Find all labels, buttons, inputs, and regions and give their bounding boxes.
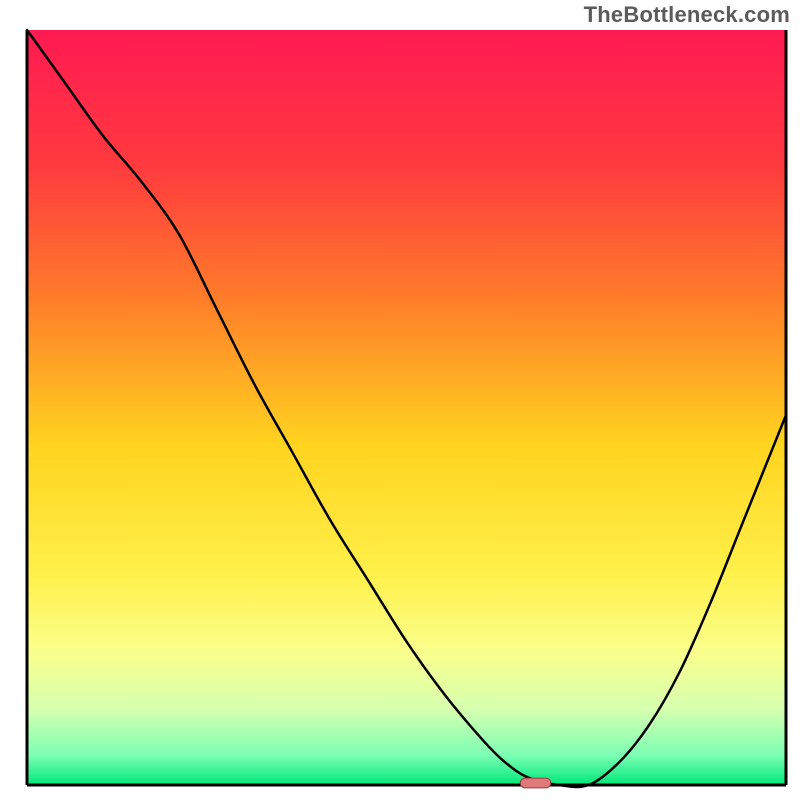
chart-background [27,30,786,785]
chart-container: TheBottleneck.com [0,0,800,800]
chart-svg [0,0,800,800]
optimal-marker [520,778,550,788]
